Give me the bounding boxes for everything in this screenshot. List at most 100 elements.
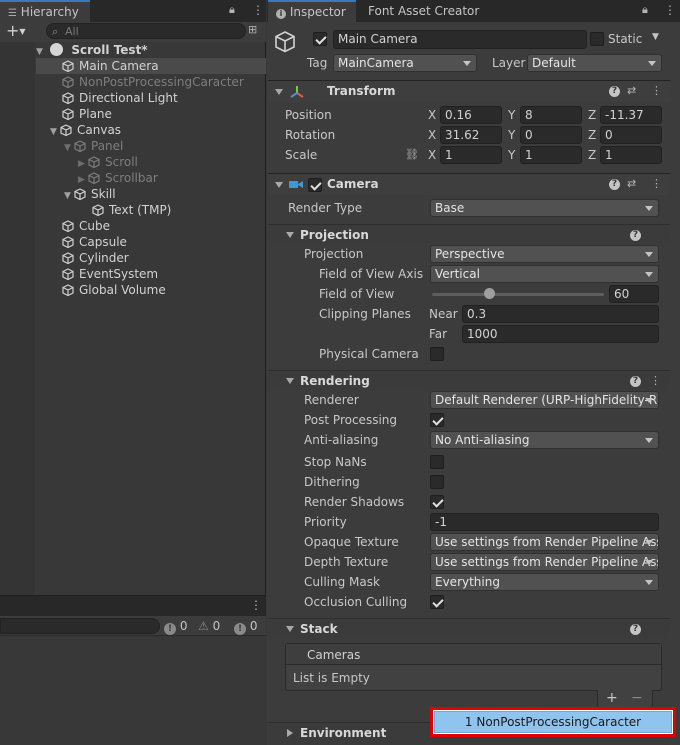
render-type-dropdown[interactable]: Base: [430, 199, 659, 217]
more-options-icon[interactable]: ⋮: [252, 3, 264, 17]
hierarchy-item-plane[interactable]: Plane: [62, 106, 112, 122]
scale-y-input[interactable]: 1: [520, 146, 582, 164]
lock-icon[interactable]: 🔒︎: [229, 3, 235, 17]
info-count-toggle[interactable]: ! 0: [234, 618, 257, 635]
chevron-down-icon[interactable]: ▼: [652, 32, 659, 42]
position-z-input[interactable]: -11.37: [600, 106, 662, 124]
hierarchy-item-global-volume[interactable]: Global Volume: [62, 282, 166, 298]
fov-input[interactable]: 60: [609, 285, 659, 303]
error-count-toggle[interactable]: ! 0: [164, 618, 187, 635]
gameobject-cube-icon: [92, 204, 104, 216]
add-button[interactable]: +▼: [6, 22, 34, 40]
more-options-icon[interactable]: ⋮: [651, 177, 662, 191]
remove-camera-button[interactable]: −: [631, 689, 643, 707]
hierarchy-list-icon: ☰: [8, 8, 17, 19]
opaque-texture-dropdown[interactable]: Use settings from Render Pipeline Ass: [430, 533, 659, 551]
hierarchy-item-cylinder[interactable]: Cylinder: [62, 250, 129, 266]
clipping-planes-label: Clipping Planes: [319, 307, 411, 321]
active-checkbox[interactable]: [313, 32, 327, 46]
rotation-z-input[interactable]: 0: [600, 126, 662, 144]
hierarchy-item-scrollbar[interactable]: ▶ Scrollbar: [78, 170, 158, 186]
expand-arrow-icon[interactable]: ▼: [50, 124, 60, 140]
scale-x-input[interactable]: 1: [440, 146, 502, 164]
camera-enabled-checkbox[interactable]: [308, 178, 322, 192]
lock-icon[interactable]: 🔒︎: [642, 3, 648, 17]
more-options-icon[interactable]: ⋮: [250, 598, 262, 612]
fov-axis-dropdown[interactable]: Vertical: [430, 265, 659, 283]
far-input[interactable]: 1000: [462, 325, 659, 343]
stack-header[interactable]: Stack ?: [268, 618, 670, 638]
layer-label: Layer: [492, 56, 526, 70]
help-icon[interactable]: ?: [609, 86, 620, 97]
hierarchy-item-cube[interactable]: Cube: [62, 218, 110, 234]
static-checkbox[interactable]: [590, 32, 604, 46]
expand-arrow-icon[interactable]: ▼: [64, 188, 74, 204]
near-input[interactable]: 0.3: [462, 305, 659, 323]
expand-arrow-icon[interactable]: ▼: [64, 140, 74, 156]
hierarchy-item-nonpostprocessing[interactable]: NonPostProcessingCaracter: [62, 74, 244, 90]
rotation-label: Rotation: [285, 128, 336, 142]
hierarchy-item-main-camera[interactable]: Main Camera: [36, 58, 266, 74]
depth-texture-dropdown[interactable]: Use settings from Render Pipeline Ass: [430, 553, 659, 571]
hierarchy-item-eventsystem[interactable]: EventSystem: [62, 266, 158, 282]
help-icon[interactable]: ?: [630, 376, 641, 387]
projection-header[interactable]: Projection ?: [268, 224, 670, 244]
preset-sliders-icon[interactable]: ⇄: [627, 84, 636, 98]
hierarchy-item-panel[interactable]: ▼ Panel: [64, 138, 123, 154]
tab-font-asset-creator[interactable]: Font Asset Creator: [360, 0, 487, 22]
hierarchy-item-capsule[interactable]: Capsule: [62, 234, 127, 250]
rotation-z-label: Z: [588, 128, 597, 142]
position-y-input[interactable]: 8: [520, 106, 582, 124]
transform-header[interactable]: Transform ? ⇄ ⋮: [268, 80, 670, 102]
search-options-icon[interactable]: ⊞: [248, 23, 257, 36]
warning-count-toggle[interactable]: ⚠ 0: [198, 618, 220, 634]
physical-camera-label: Physical Camera: [319, 347, 419, 361]
hierarchy-item-directional-light[interactable]: Directional Light: [62, 90, 178, 106]
more-options-icon[interactable]: ⋮: [650, 374, 661, 388]
render-shadows-checkbox[interactable]: [430, 495, 444, 509]
rotation-y-input[interactable]: 0: [520, 126, 582, 144]
physical-camera-checkbox[interactable]: [430, 347, 444, 361]
projection-dropdown[interactable]: Perspective: [430, 245, 659, 263]
add-camera-button[interactable]: +: [606, 689, 618, 707]
rotation-x-input[interactable]: 31.62: [440, 126, 502, 144]
console-search-input[interactable]: [0, 618, 160, 634]
priority-input[interactable]: -1: [430, 513, 659, 531]
hierarchy-item-text-tmp[interactable]: Text (TMP): [92, 202, 171, 218]
help-icon[interactable]: ?: [609, 179, 620, 190]
popup-item-nonpostprocessing[interactable]: 1 NonPostProcessingCaracter: [434, 711, 672, 733]
search-field[interactable]: ⌕ All: [46, 23, 246, 39]
hierarchy-item-skill[interactable]: ▼ Skill: [64, 186, 116, 202]
layer-dropdown[interactable]: Default: [527, 54, 662, 72]
position-x-input[interactable]: 0.16: [440, 106, 502, 124]
hierarchy-item-scroll[interactable]: ▶ Scroll: [78, 154, 138, 170]
more-options-icon[interactable]: ⋮: [651, 84, 662, 98]
anti-aliasing-dropdown[interactable]: No Anti-aliasing: [430, 431, 659, 449]
link-constrain-icon[interactable]: ⛓: [405, 148, 419, 161]
help-icon[interactable]: ?: [630, 230, 641, 241]
culling-mask-dropdown[interactable]: Everything: [430, 573, 659, 591]
occlusion-culling-label: Occlusion Culling: [304, 595, 408, 609]
help-icon[interactable]: ?: [630, 624, 641, 635]
priority-label: Priority: [304, 515, 347, 529]
tab-hierarchy[interactable]: ☰ Hierarchy: [0, 0, 90, 22]
object-name-input[interactable]: Main Camera: [333, 30, 587, 49]
rendering-header[interactable]: Rendering ? ⋮: [268, 370, 670, 390]
renderer-dropdown[interactable]: Default Renderer (URP-HighFidelity-R: [430, 391, 659, 409]
post-processing-checkbox[interactable]: [430, 413, 444, 427]
dithering-checkbox[interactable]: [430, 475, 444, 489]
camera-header[interactable]: Camera ? ⇄ ⋮: [268, 173, 670, 195]
gameobject-cube-icon: [62, 268, 74, 280]
occlusion-culling-checkbox[interactable]: [430, 595, 444, 609]
tag-dropdown[interactable]: MainCamera: [333, 54, 477, 72]
stop-nans-checkbox[interactable]: [430, 455, 444, 469]
scale-z-input[interactable]: 1: [600, 146, 662, 164]
fov-slider-track[interactable]: [432, 293, 604, 296]
scene-row[interactable]: ▼ Scroll Test*: [36, 42, 148, 58]
hierarchy-item-canvas[interactable]: ▼ Canvas: [50, 122, 121, 138]
fov-slider-thumb[interactable]: [483, 288, 495, 299]
more-options-icon[interactable]: ⋮: [664, 3, 676, 17]
tab-inspector[interactable]: i Inspector: [268, 0, 356, 22]
chevron-down-icon: ▼: [19, 27, 26, 36]
preset-sliders-icon[interactable]: ⇄: [627, 177, 636, 191]
